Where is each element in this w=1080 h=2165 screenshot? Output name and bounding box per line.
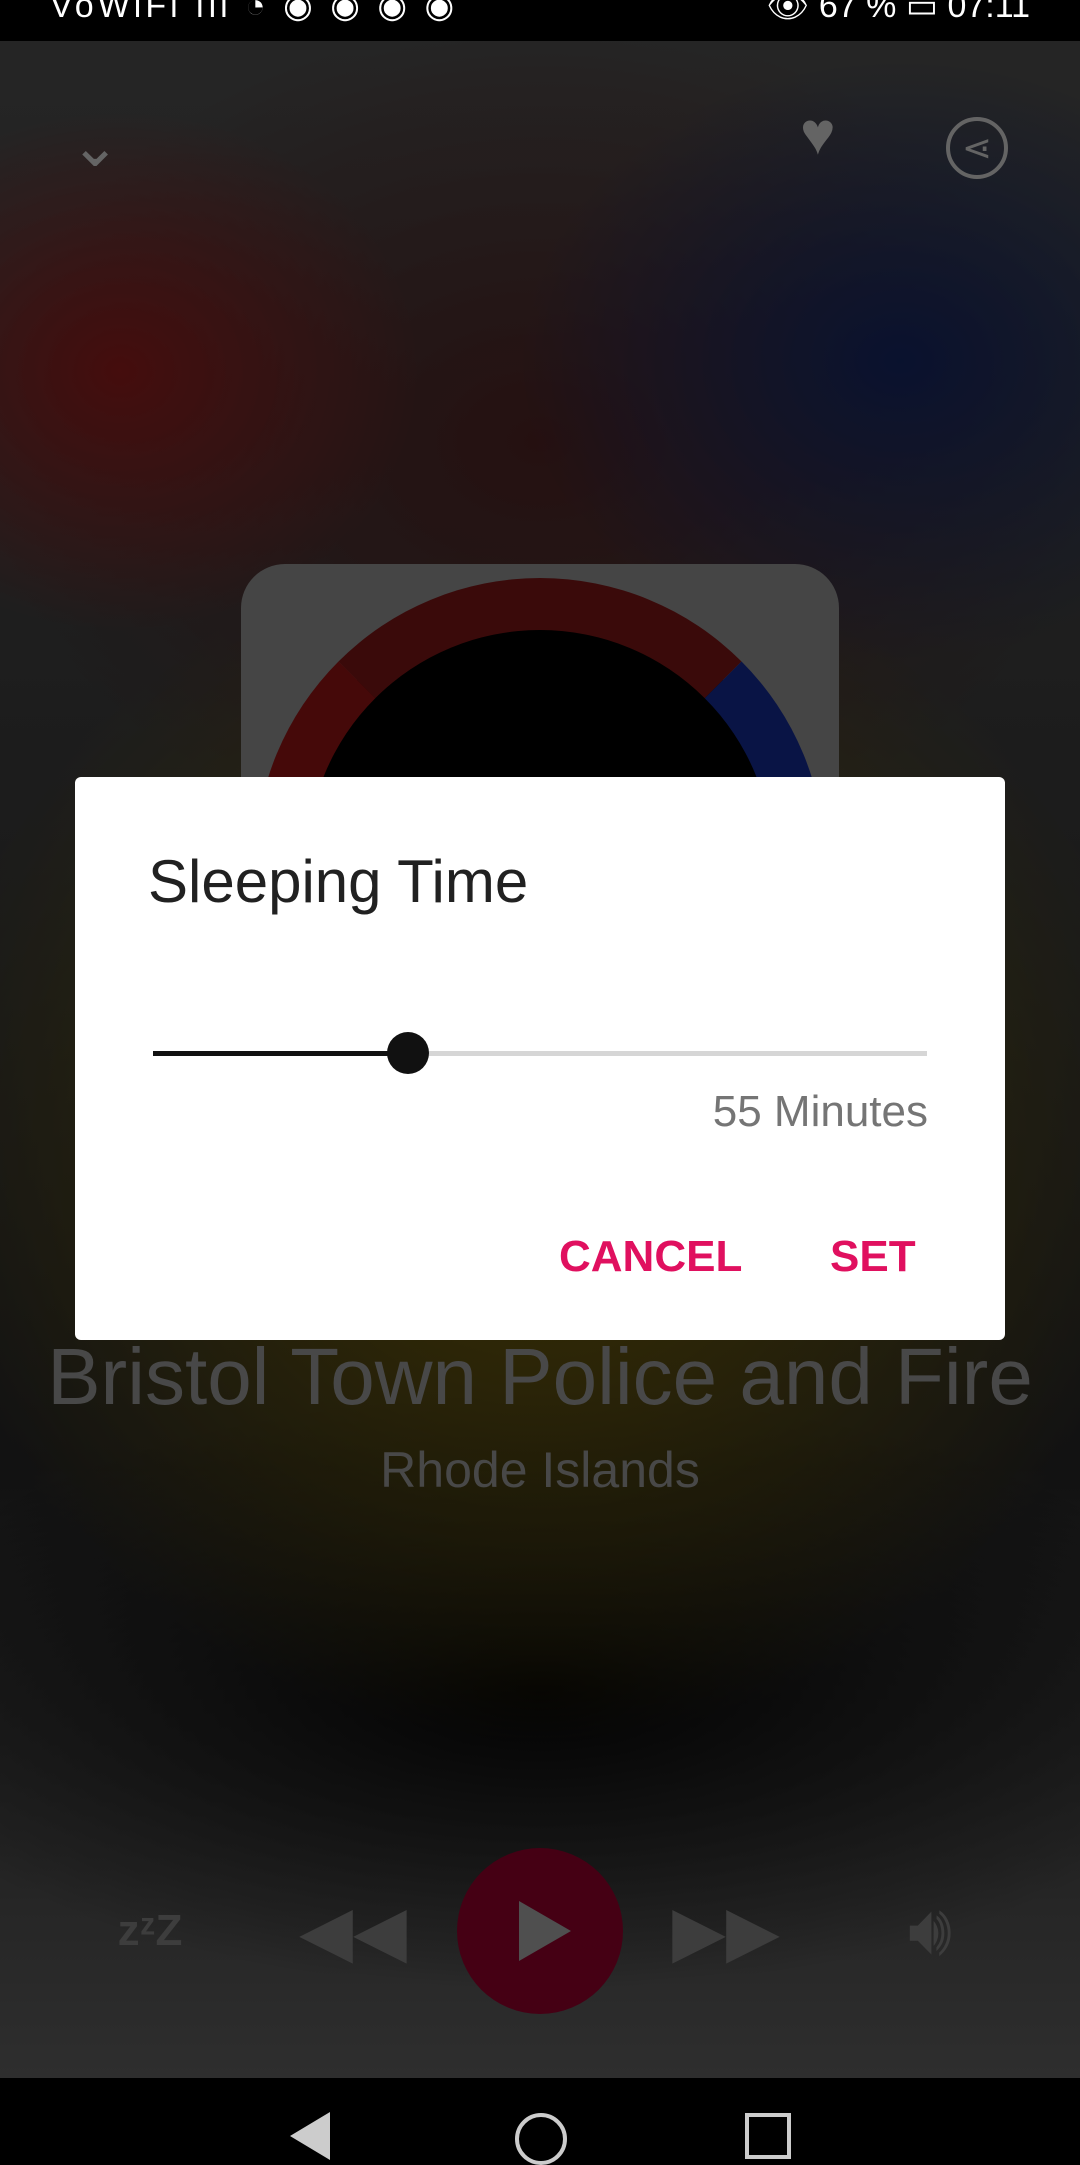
- set-button[interactable]: SET: [830, 1232, 916, 1282]
- navigation-bar: [0, 2078, 1080, 2165]
- status-left-icons: VoWiFi ıll ◔ ◉ ◉ ◉ ◉: [50, 0, 459, 25]
- sleep-timer-dialog: Sleeping Time 55 Minutes CANCEL SET: [75, 777, 1005, 1340]
- slider-thumb[interactable]: [387, 1032, 430, 1074]
- status-bar: VoWiFi ıll ◔ ◉ ◉ ◉ ◉ 👁 67 % ▭ 07:11: [0, 0, 1080, 41]
- status-right: 👁 67 % ▭ 07:11: [766, 0, 1030, 26]
- battery-level: 67 %: [818, 0, 897, 25]
- back-icon[interactable]: [290, 2112, 330, 2160]
- cancel-button[interactable]: CANCEL: [559, 1232, 742, 1282]
- dialog-title: Sleeping Time: [148, 848, 529, 915]
- sleep-time-slider[interactable]: [153, 1032, 927, 1074]
- slider-fill: [153, 1051, 409, 1056]
- recents-icon[interactable]: [745, 2113, 791, 2159]
- home-icon[interactable]: [515, 2113, 567, 2165]
- slider-value: 55 Minutes: [712, 1087, 928, 1136]
- clock: 07:11: [947, 0, 1030, 25]
